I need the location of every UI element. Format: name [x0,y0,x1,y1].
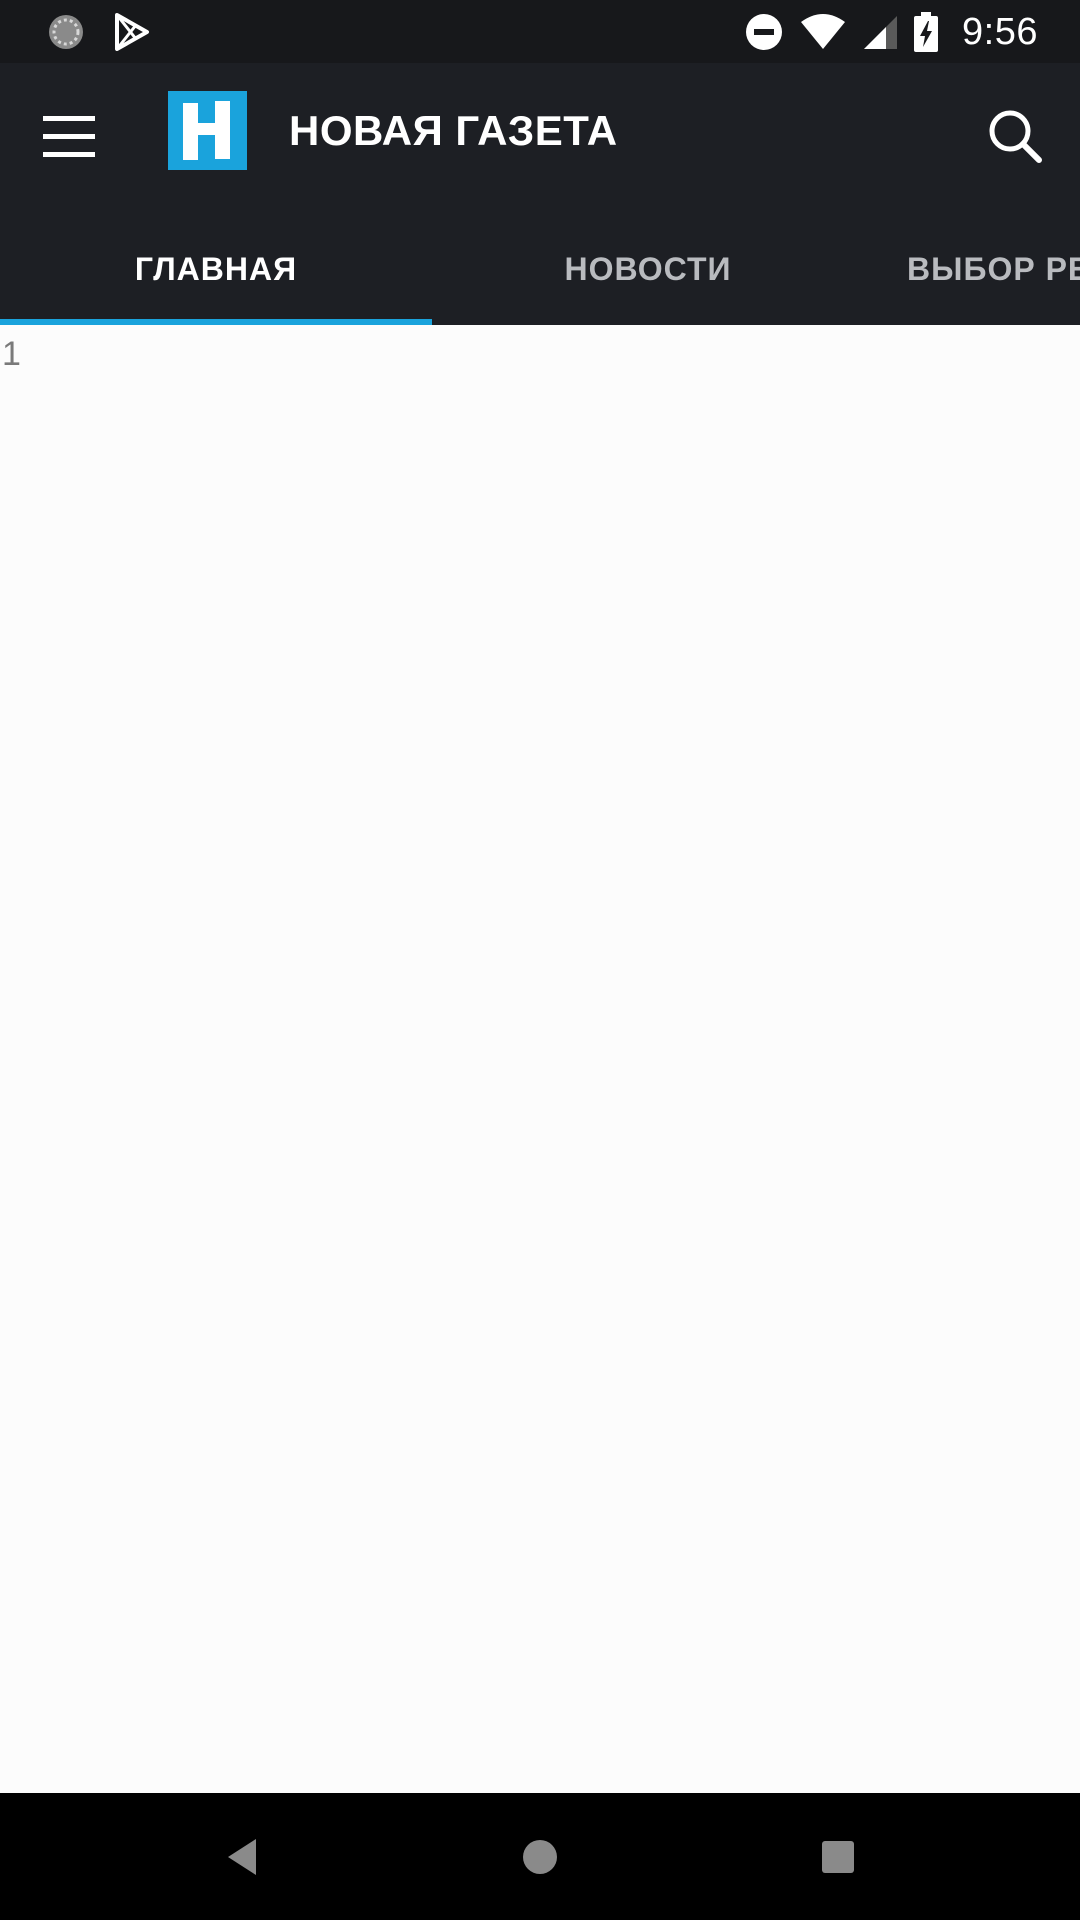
search-icon [987,108,1043,164]
play-store-icon [114,13,150,51]
do-not-disturb-icon [744,12,784,52]
recents-icon [820,1839,856,1875]
tab-editors-choice[interactable]: ВЫБОР РЕДАКЦИИ [907,213,1080,325]
app-bar: НОВАЯ ГАЗЕТА ГЛАВНАЯ НОВОСТИ ВЫБОР РЕДАК… [0,63,1080,325]
screen: 9:56 НОВАЯ ГАЗЕТА ГЛАВНАЯ НОВОСТИ ВЫБОР … [0,0,1080,1920]
search-button[interactable] [970,91,1060,181]
back-button[interactable] [204,1819,280,1895]
app-title: НОВАЯ ГАЗЕТА [289,107,618,154]
sync-icon [46,12,86,52]
logo-icon [168,91,247,170]
home-button[interactable] [502,1819,578,1895]
recents-button[interactable] [800,1819,876,1895]
content-area: 1 [0,325,1080,1793]
home-icon [520,1837,560,1877]
tab-bar: ГЛАВНАЯ НОВОСТИ ВЫБОР РЕДАКЦИИ [0,213,1080,325]
battery-charging-icon [914,12,939,52]
navigation-bar [0,1793,1080,1920]
status-right-icons: 9:56 [744,10,1038,54]
status-time: 9:56 [962,10,1038,53]
content-text: 1 [2,335,21,373]
tab-main[interactable]: ГЛАВНАЯ [0,213,432,325]
back-icon [224,1837,260,1877]
app-logo [168,91,247,170]
hamburger-menu-icon [43,114,95,158]
menu-button[interactable] [28,95,110,177]
status-bar: 9:56 [0,0,1080,63]
wifi-icon [800,14,846,50]
signal-icon [862,14,898,50]
status-left-icons [46,12,150,52]
tab-news[interactable]: НОВОСТИ [432,213,864,325]
